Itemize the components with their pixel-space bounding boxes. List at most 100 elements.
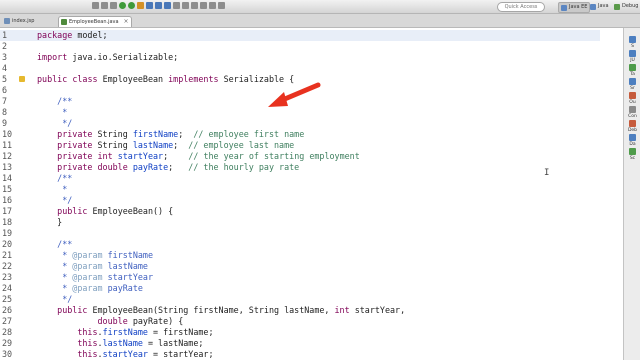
view-icon	[629, 78, 636, 85]
java-perspective-icon	[590, 3, 596, 10]
code-line[interactable]: 19	[0, 228, 600, 239]
tab-index-jsp[interactable]: index.jsp	[2, 16, 34, 26]
line-number: 4	[2, 63, 8, 73]
view-label: Con	[628, 114, 637, 119]
code-text: double payRate) {	[97, 316, 184, 326]
code-line[interactable]: 29 this.lastName = lastName;	[0, 338, 600, 349]
code-line[interactable]: 23 * @param startYear	[0, 272, 600, 283]
code-line[interactable]: 18 }	[0, 217, 600, 228]
view-label: S	[631, 44, 634, 49]
line-number: 7	[2, 96, 8, 106]
code-text: import java.io.Serializable;	[37, 52, 179, 62]
code-line[interactable]: 22 * @param lastName	[0, 261, 600, 272]
tab-employeebean-java[interactable]: EmployeeBean.java ×	[58, 16, 132, 27]
annotation-arrow-icon	[268, 82, 321, 107]
perspective-debug[interactable]: Debug	[614, 2, 638, 11]
code-line[interactable]: 24 * @param payRate	[0, 283, 600, 294]
quick-access-input[interactable]: Quick Access	[497, 2, 545, 12]
external-tools-icon[interactable]	[137, 2, 144, 9]
code-text: *	[37, 184, 68, 194]
perspective-label: Java EE	[569, 4, 588, 10]
new-package-icon[interactable]	[155, 2, 162, 9]
right-view-item[interactable]: Da	[626, 134, 639, 147]
view-label: Sr	[630, 86, 635, 91]
code-text: this.lastName = lastName;	[77, 338, 204, 348]
code-text: private String lastName; // employee las…	[57, 140, 295, 150]
code-line[interactable]: 21 * @param firstName	[0, 250, 600, 261]
code-line[interactable]: 3 import java.io.Serializable;	[0, 52, 600, 63]
right-view-item[interactable]: Sc	[626, 148, 639, 161]
print-icon[interactable]	[110, 2, 117, 9]
right-view-item[interactable]: S	[626, 36, 639, 49]
code-line[interactable]: 9 */	[0, 118, 600, 129]
right-view-item[interactable]: JU	[626, 50, 639, 63]
right-view-item[interactable]: Deb	[626, 120, 639, 133]
search-icon[interactable]	[182, 2, 189, 9]
line-number: 15	[2, 184, 13, 194]
code-line[interactable]: 30 this.startYear = startYear;	[0, 349, 600, 360]
code-line[interactable]: 26 public EmployeeBean(String firstName,…	[0, 305, 600, 316]
code-line[interactable]: 25 */	[0, 294, 600, 305]
new-java-project-icon[interactable]	[146, 2, 153, 9]
code-line[interactable]: 1 package model;	[0, 30, 600, 41]
line-number: 28	[2, 327, 13, 337]
code-line[interactable]: 28 this.firstName = firstName;	[0, 327, 600, 338]
code-line[interactable]: 11 private String lastName; // employee …	[0, 140, 600, 151]
back-icon[interactable]	[209, 2, 216, 9]
close-icon[interactable]: ×	[124, 17, 129, 27]
perspective-java-ee[interactable]: Java EE	[558, 2, 591, 13]
line-number: 21	[2, 250, 13, 260]
code-text: /**	[37, 239, 73, 249]
right-view-item[interactable]: Sr	[626, 78, 639, 91]
code-line[interactable]: 2	[0, 41, 600, 52]
line-number: 14	[2, 173, 13, 183]
line-number: 24	[2, 283, 13, 293]
code-text: */	[37, 118, 73, 128]
view-icon	[629, 50, 636, 57]
code-line[interactable]: 14 /**	[0, 173, 600, 184]
code-line[interactable]: 27 double payRate) {	[0, 316, 600, 327]
code-text: }	[37, 217, 63, 227]
code-line[interactable]: 15 *	[0, 184, 600, 195]
code-text: */	[37, 294, 73, 304]
code-text: * @param firstName	[37, 250, 153, 260]
perspective-java[interactable]: Java	[590, 2, 609, 11]
code-line[interactable]: 10 private String firstName; // employee…	[0, 129, 600, 140]
code-text: this.firstName = firstName;	[77, 327, 214, 337]
new-class-icon[interactable]	[164, 2, 171, 9]
code-text: public EmployeeBean(String firstName, St…	[57, 305, 406, 315]
code-line[interactable]: 17 public EmployeeBean() {	[0, 206, 600, 217]
line-number: 5	[2, 74, 8, 84]
line-number: 11	[2, 140, 13, 150]
code-line[interactable]: 13 private double payRate; // the hourly…	[0, 162, 600, 173]
view-label: Deb	[627, 128, 638, 133]
code-text: */	[37, 195, 73, 205]
main-toolbar: Quick Access Java EE Java Debug	[0, 0, 640, 14]
new-file-icon[interactable]	[92, 2, 99, 9]
run-icon[interactable]	[128, 2, 135, 9]
forward-icon[interactable]	[218, 2, 225, 9]
warning-icon[interactable]	[19, 76, 25, 82]
code-editor[interactable]: 1 package model; 2 3 import java.io.Serializ…	[0, 28, 623, 360]
next-annotation-icon[interactable]	[191, 2, 198, 9]
open-type-icon[interactable]	[173, 2, 180, 9]
line-number: 9	[2, 118, 8, 128]
code-text: private int startYear; // the year of st…	[57, 151, 360, 161]
prev-annotation-icon[interactable]	[200, 2, 207, 9]
debug-icon[interactable]	[119, 2, 126, 9]
right-view-item[interactable]: Ou	[626, 92, 639, 105]
code-line[interactable]: 16 */	[0, 195, 600, 206]
line-number: 22	[2, 261, 13, 271]
code-line[interactable]: 4	[0, 63, 600, 74]
code-text: public class EmployeeBean implements Ser…	[37, 74, 295, 84]
code-line[interactable]: 12 private int startYear; // the year of…	[0, 151, 600, 162]
line-number: 12	[2, 151, 13, 161]
line-number: 16	[2, 195, 13, 205]
save-icon[interactable]	[101, 2, 108, 9]
java-file-icon	[61, 19, 67, 25]
line-number: 10	[2, 129, 13, 139]
code-line[interactable]: 20 /**	[0, 239, 600, 250]
right-view-item[interactable]: Con	[626, 106, 639, 119]
right-view-item[interactable]: Ta	[626, 64, 639, 77]
code-text: package model;	[37, 30, 108, 40]
